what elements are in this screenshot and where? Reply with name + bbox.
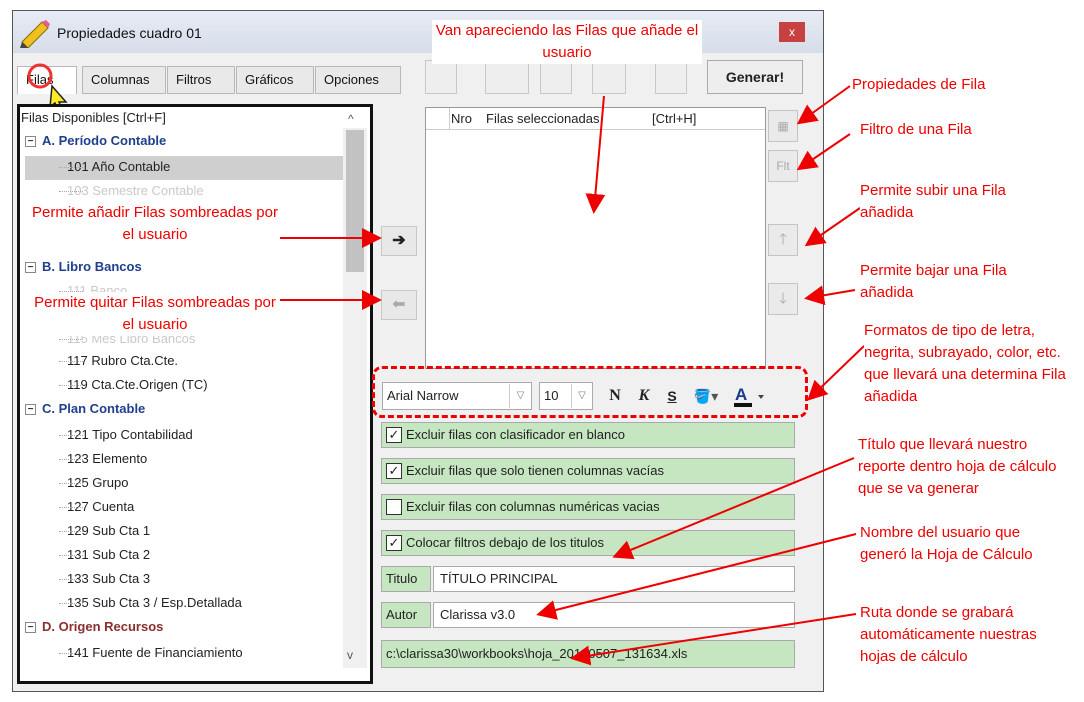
annotation-titulo: Título que llevará nuestro reporte dentr… xyxy=(858,434,1078,500)
annotation-autor: Nombre del usuario que generó la Hoja de… xyxy=(860,522,1060,566)
annotation-add: Permite añadir Filas sombreadas por el u… xyxy=(30,202,280,246)
annotation-top: Van apareciendo las Filas que añade el u… xyxy=(432,20,702,64)
annotation-down: Permite bajar una Fila añadida xyxy=(860,260,1050,304)
annotation-props: Propiedades de Fila xyxy=(852,74,1072,96)
annotation-ruta: Ruta donde se grabará automáticamente nu… xyxy=(860,602,1060,668)
annotation-filter: Filtro de una Fila xyxy=(860,119,1060,141)
annotation-up: Permite subir una Fila añadida xyxy=(860,180,1050,224)
annotation-format: Formatos de tipo de letra, negrita, subr… xyxy=(864,320,1080,408)
annotation-remove: Permite quitar Filas sombreadas por el u… xyxy=(30,292,280,336)
